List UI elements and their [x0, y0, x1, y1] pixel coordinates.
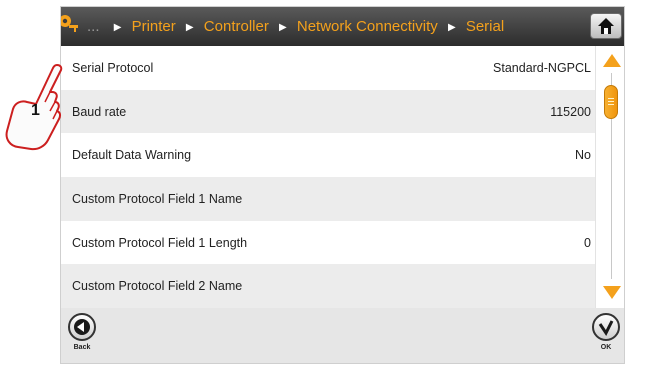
list-item-baud-rate[interactable]: Baud rate 115200: [61, 89, 595, 134]
back-label: Back: [73, 344, 91, 351]
list-item-custom-field-1-name[interactable]: Custom Protocol Field 1 Name: [61, 177, 595, 221]
breadcrumb-item-controller[interactable]: Controller: [204, 18, 269, 35]
ok-check-icon: [598, 320, 614, 336]
back-arrow-icon: [74, 319, 90, 335]
scrollbar[interactable]: [595, 46, 624, 308]
breadcrumb-separator: ▶: [185, 22, 194, 33]
breadcrumb-separator: ▶: [279, 22, 287, 33]
list-item-serial-protocol[interactable]: Serial Protocol Standard-NGPCL: [61, 46, 595, 90]
breadcrumb-separator: ▶: [447, 22, 456, 33]
scroll-thumb[interactable]: [604, 85, 618, 119]
back-button[interactable]: [68, 313, 96, 341]
setting-label: Serial Protocol: [72, 61, 154, 75]
breadcrumb-item-serial: Serial: [465, 18, 505, 35]
list-item-custom-field-1-length[interactable]: Custom Protocol Field 1 Length 0: [61, 220, 595, 265]
setting-value: Standard-NGPCL: [493, 61, 591, 75]
key-icon: [61, 15, 78, 32]
setting-label: Custom Protocol Field 1 Name: [72, 192, 243, 207]
breadcrumb-item-printer[interactable]: Printer: [132, 18, 176, 35]
breadcrumb-ellipsis[interactable]: ...: [87, 18, 100, 35]
breadcrumb-item-network-connectivity[interactable]: Network Connectivity: [297, 18, 438, 35]
breadcrumb: ... ▶ Printer ▶ Controller ▶ Network Con…: [87, 18, 504, 35]
setting-value: No: [575, 148, 591, 163]
ok-button[interactable]: [592, 313, 620, 341]
callout-number: 1: [31, 102, 40, 119]
list-item-default-data-warning[interactable]: Default Data Warning No: [61, 133, 595, 178]
setting-label: Baud rate: [72, 104, 127, 119]
ok-label: OK: [600, 344, 612, 351]
list-item-custom-field-2-name[interactable]: Custom Protocol Field 2 Name: [61, 264, 595, 309]
footer-bar: Back OK: [61, 308, 624, 363]
scroll-down-icon[interactable]: [603, 286, 621, 299]
settings-list: Serial Protocol Standard-NGPCL Baud rate…: [61, 46, 595, 309]
scroll-up-icon[interactable]: [603, 54, 621, 67]
setting-label: Custom Protocol Field 2 Name: [72, 279, 243, 294]
setting-value: 0: [584, 235, 591, 250]
setting-value: 115200: [550, 104, 591, 119]
breadcrumb-bar: ... ▶ Printer ▶ Controller ▶ Network Con…: [61, 7, 624, 46]
setting-label: Custom Protocol Field 1 Length: [72, 235, 248, 250]
home-button[interactable]: [590, 13, 622, 39]
breadcrumb-separator: ▶: [113, 22, 122, 33]
setting-label: Default Data Warning: [72, 148, 192, 163]
home-icon: [598, 18, 614, 34]
printer-screen: ... ▶ Printer ▶ Controller ▶ Network Con…: [60, 6, 625, 364]
